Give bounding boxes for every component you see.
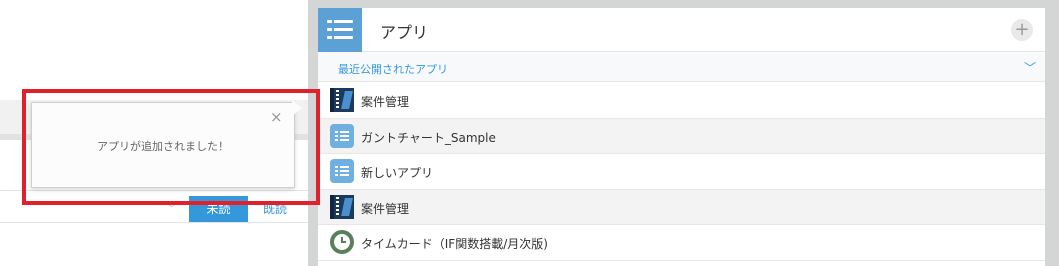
clock-icon [330, 230, 354, 254]
app-name: 案件管理 [361, 95, 410, 109]
list-app-icon [330, 123, 354, 148]
screen: ﹀ 未読 既読 アプリ + 最近公開されたアプリ ﹀ 案件管理 ガントチャート_… [0, 0, 1059, 266]
recent-apps-section[interactable]: 最近公開されたアプリ ﹀ [318, 53, 1045, 82]
section-label: 最近公開されたアプリ [338, 63, 448, 76]
app-name: タイムカード（IF関数搭載/月次版) [361, 237, 548, 251]
list-item[interactable]: 新しいアプリ [318, 154, 1045, 190]
chevron-down-icon[interactable]: ﹀ [1024, 59, 1036, 76]
app-name: 案件管理 [361, 201, 410, 216]
app-list: 案件管理 ガントチャート_Sample 新しいアプリ 案件管理 タイムカード（I… [318, 83, 1045, 261]
list-item[interactable]: ガントチャート_Sample [318, 118, 1045, 154]
add-app-button[interactable]: + [1011, 19, 1033, 41]
app-name: ガントチャート_Sample [361, 130, 496, 145]
app-list-icon [318, 8, 362, 52]
list-app-icon [330, 159, 354, 183]
highlight-box [22, 89, 320, 205]
list-item[interactable]: 案件管理 [318, 189, 1045, 225]
panel-header: アプリ + [318, 8, 1045, 52]
apps-panel: アプリ + 最近公開されたアプリ ﹀ 案件管理 ガントチャート_Sample 新… [318, 8, 1045, 266]
panel-title: アプリ [380, 23, 429, 42]
book-icon [330, 88, 354, 112]
app-name: 新しいアプリ [361, 166, 434, 180]
list-item[interactable]: 案件管理 [318, 83, 1045, 119]
book-icon [330, 194, 354, 219]
list-item[interactable]: タイムカード（IF関数搭載/月次版) [318, 225, 1045, 261]
